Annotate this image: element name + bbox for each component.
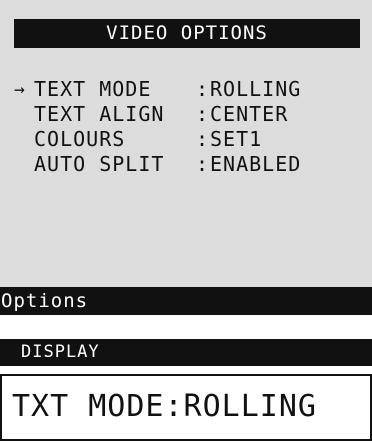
display-header-label: DISPLAY [21, 342, 100, 362]
display-readout-text: TXT MODE:ROLLING [12, 389, 317, 424]
menu-item-label: AUTO SPLIT [34, 152, 165, 176]
menu-item-label: COLOURS [34, 127, 126, 151]
menu-item-separator: : [195, 102, 210, 126]
menu-item-colours[interactable]: COLOURS : SET1 [14, 127, 360, 152]
options-softkey-label: Options [1, 290, 89, 312]
menu-item-label: TEXT ALIGN [34, 102, 165, 126]
screen-title-bar: VIDEO OPTIONS [14, 19, 360, 48]
menu-item-auto-split[interactable]: AUTO SPLIT : ENABLED [14, 152, 360, 177]
options-footer-bar[interactable]: Options [0, 287, 372, 315]
selection-arrow-icon: → [14, 79, 26, 100]
menu-item-value: ROLLING [210, 77, 302, 101]
options-menu: → TEXT MODE : ROLLING TEXT ALIGN : CENTE… [14, 77, 360, 177]
display-header: DISPLAY [0, 339, 372, 366]
menu-item-separator: : [195, 152, 210, 176]
menu-item-value: SET1 [210, 127, 263, 151]
screen-title: VIDEO OPTIONS [106, 22, 268, 44]
display-readout: TXT MODE:ROLLING [0, 374, 372, 441]
menu-item-value: ENABLED [210, 152, 302, 176]
menu-item-separator: : [195, 77, 210, 101]
menu-item-label: TEXT MODE [34, 77, 152, 101]
menu-item-text-align[interactable]: TEXT ALIGN : CENTER [14, 102, 360, 127]
menu-item-text-mode[interactable]: → TEXT MODE : ROLLING [14, 77, 360, 102]
video-options-screen: VIDEO OPTIONS → TEXT MODE : ROLLING TEXT… [0, 0, 372, 315]
menu-item-separator: : [195, 127, 210, 151]
menu-item-value: CENTER [210, 102, 289, 126]
